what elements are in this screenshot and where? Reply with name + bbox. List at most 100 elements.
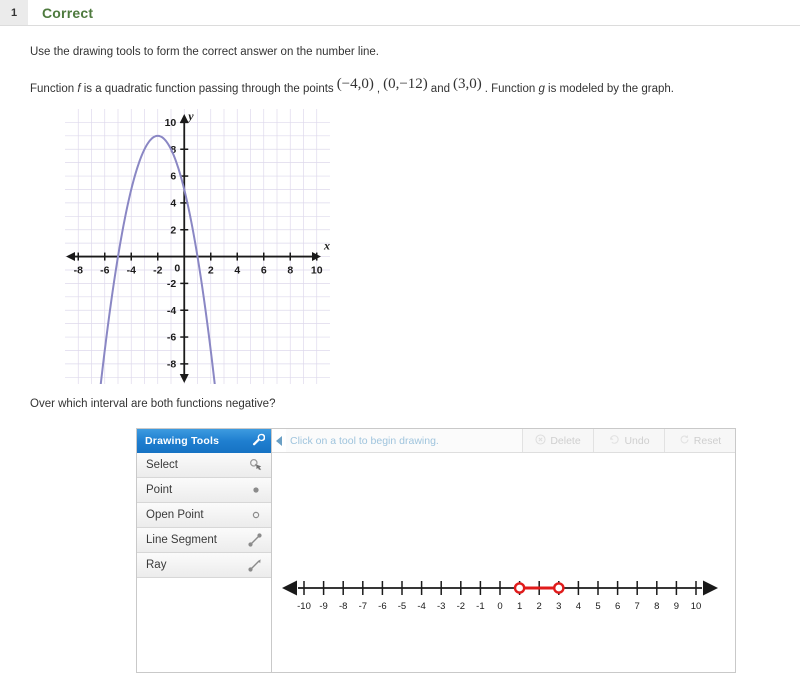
svg-text:2: 2	[208, 265, 214, 277]
collapse-panel-icon[interactable]	[272, 429, 286, 452]
svg-text:-4: -4	[127, 265, 136, 277]
svg-text:-6: -6	[100, 265, 109, 277]
svg-text:4: 4	[234, 265, 240, 277]
function-f-label: f	[77, 83, 81, 95]
drawing-tools-panel: Drawing Tools Select Point Open Point Line …	[137, 429, 272, 672]
endpoint-open[interactable]	[552, 582, 565, 594]
tool-item-open-point[interactable]: Open Point	[137, 503, 271, 528]
delete-icon	[535, 433, 546, 448]
svg-text:4: 4	[576, 601, 581, 612]
undo-icon	[608, 434, 620, 448]
tool-label: Point	[146, 484, 173, 496]
line-segment-icon	[247, 532, 263, 548]
function-description: Function f is a quadratic function passi…	[30, 76, 800, 97]
graph-figure: -8 -6 -4 -2 2 4 6 8 10 10 8 6 4 2 -2 -4 -6 -8 0 x y	[65, 109, 800, 384]
svg-text:0: 0	[497, 601, 502, 612]
point-1: (−4,0)	[336, 76, 374, 92]
svg-text:0: 0	[174, 263, 180, 275]
question-number: 1	[0, 0, 28, 25]
svg-text:-10: -10	[297, 601, 311, 612]
svg-text:6: 6	[170, 171, 176, 183]
tool-label: Select	[146, 459, 178, 471]
drawing-canvas-area: Click on a tool to begin drawing. Delete…	[272, 429, 735, 672]
svg-text:-9: -9	[319, 601, 327, 612]
svg-text:10: 10	[165, 117, 177, 129]
conjunction: and	[430, 83, 450, 95]
svg-text:7: 7	[635, 601, 640, 612]
svg-text:-8: -8	[74, 265, 83, 277]
ray-icon	[247, 557, 263, 573]
axes	[66, 114, 321, 383]
svg-text:-6: -6	[378, 601, 386, 612]
undo-button: Undo	[593, 429, 664, 452]
question-body: Use the drawing tools to form the correc…	[0, 26, 800, 410]
svg-text:9: 9	[674, 601, 679, 612]
tool-item-select[interactable]: Select	[137, 453, 271, 478]
svg-text:4: 4	[170, 198, 176, 210]
tool-label: Line Segment	[146, 534, 217, 546]
delete-button: Delete	[522, 429, 593, 452]
comma-1: ,	[376, 83, 381, 95]
button-label: Delete	[550, 434, 581, 447]
sentence-part-4: is modeled by the graph.	[548, 83, 674, 95]
canvas-action-buttons: Delete Undo Reset	[522, 429, 735, 452]
tool-label: Ray	[146, 559, 167, 571]
button-label: Reset	[693, 434, 722, 447]
question-header: 1 Correct	[0, 0, 800, 26]
axis-ticks: -8 -6 -4 -2 2 4 6 8 10108642-2-4-6-80	[74, 117, 323, 370]
x-axis-label: x	[323, 239, 330, 253]
y-axis-label: y	[186, 109, 194, 123]
drawing-tools-title: Drawing Tools	[145, 435, 220, 447]
svg-text:10: 10	[691, 601, 702, 612]
svg-text:3: 3	[556, 601, 561, 612]
svg-text:6: 6	[261, 265, 267, 277]
status-badge: Correct	[42, 4, 94, 21]
svg-text:10: 10	[311, 265, 323, 277]
filled-point-icon	[249, 483, 263, 497]
svg-text:8: 8	[654, 601, 659, 612]
svg-text:-2: -2	[167, 278, 176, 290]
svg-text:2: 2	[537, 601, 542, 612]
svg-text:-8: -8	[167, 358, 176, 370]
sentence-part-2: is a quadratic function passing through …	[83, 83, 334, 95]
drawing-tools-header: Drawing Tools	[137, 429, 271, 453]
svg-text:-4: -4	[167, 305, 176, 317]
point-2: (0,−12)	[383, 76, 428, 92]
svg-text:-2: -2	[153, 265, 162, 277]
reset-icon	[679, 434, 690, 448]
endpoint-open[interactable]	[513, 582, 526, 594]
svg-text:-7: -7	[359, 601, 367, 612]
svg-text:6: 6	[615, 601, 620, 612]
svg-text:5: 5	[595, 601, 600, 612]
reset-button: Reset	[664, 429, 735, 452]
point-3: (3,0)	[452, 76, 482, 92]
cursor-select-icon	[249, 458, 263, 472]
tools-empty-space	[137, 578, 271, 672]
canvas-toolbar: Click on a tool to begin drawing. Delete…	[272, 429, 735, 453]
svg-text:-2: -2	[457, 601, 465, 612]
canvas-stage[interactable]: -10 -9 -8 -7 -6 -5 -4 -3 -2 -1 0 1 2 3 4 5 6 7 8 9 10	[272, 453, 735, 672]
svg-text:-4: -4	[417, 601, 425, 612]
svg-text:-1: -1	[476, 601, 484, 612]
svg-text:-6: -6	[167, 332, 176, 344]
button-label: Undo	[624, 434, 650, 447]
canvas-hint-text: Click on a tool to begin drawing.	[286, 429, 522, 452]
tool-label: Open Point	[146, 509, 204, 521]
drawing-widget: Drawing Tools Select Point Open Point Line …	[136, 428, 736, 673]
svg-text:-3: -3	[437, 601, 445, 612]
number-line[interactable]: -10 -9 -8 -7 -6 -5 -4 -3 -2 -1 0 1 2 3 4 5 6 7 8 9 10	[280, 571, 720, 619]
svg-text:2: 2	[170, 224, 176, 236]
question-text: Over which interval are both functions n…	[30, 398, 276, 410]
tool-item-point[interactable]: Point	[137, 478, 271, 503]
svg-text:1: 1	[517, 601, 522, 612]
instruction-text: Use the drawing tools to form the correc…	[30, 46, 380, 58]
svg-text:-5: -5	[398, 601, 406, 612]
svg-text:8: 8	[287, 265, 293, 277]
wrench-icon	[252, 433, 266, 449]
sentence-part-3: . Function	[484, 83, 536, 95]
tool-item-line-segment[interactable]: Line Segment	[137, 528, 271, 553]
svg-text:-8: -8	[339, 601, 347, 612]
open-point-icon	[249, 508, 263, 522]
quadratic-graph: -8 -6 -4 -2 2 4 6 8 10108642-2-4-6-80xy	[65, 109, 330, 384]
tool-item-ray[interactable]: Ray	[137, 553, 271, 578]
